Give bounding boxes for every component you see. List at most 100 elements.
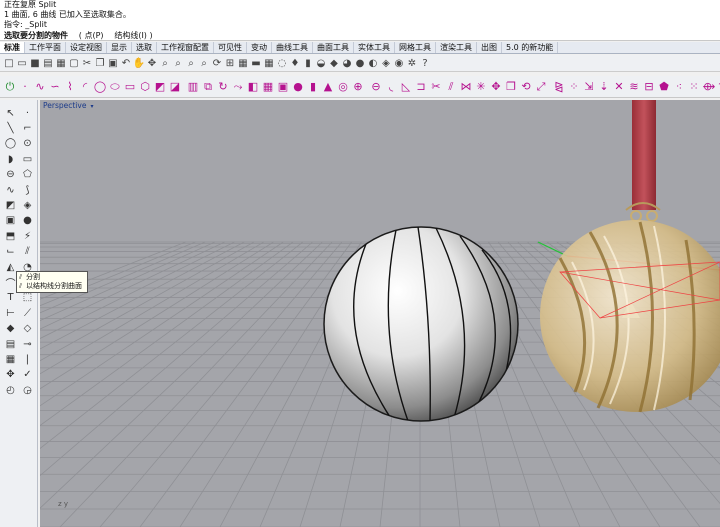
network-icon[interactable]: ▦ [261,78,275,96]
viewport-title[interactable]: Perspective [43,101,86,110]
cut-icon[interactable]: ✂ [81,56,93,70]
polygon-tool-icon[interactable]: ⬠ [20,168,35,182]
viewport-canvas[interactable] [40,100,720,527]
prompt-option-point[interactable]: ( 点(P) [79,31,104,40]
circle-tool-icon[interactable]: ◯ [3,137,18,151]
join-icon[interactable]: ⋈ [459,78,473,96]
light-icon[interactable]: ♦ [289,56,301,70]
zoom-selected-icon[interactable]: ⌕ [198,56,210,70]
tab-14[interactable]: 5.0 的新功能 [502,42,559,53]
tab-12[interactable]: 渲染工具 [436,42,477,53]
tab-6[interactable]: 可见性 [214,42,247,53]
properties-icon[interactable]: ▢ [68,56,80,70]
tab-13[interactable]: 出图 [477,42,502,53]
spiral-icon[interactable]: ⟆ [20,183,35,197]
surface-corner-icon[interactable]: ◩ [153,78,167,96]
rotate-icon[interactable]: ⟲ [519,78,533,96]
solid-sphere-icon[interactable]: ● [20,214,35,228]
analyze-tool-icon[interactable]: ❘ [20,352,35,366]
polyline-tool-icon[interactable]: ⌐ [20,121,35,135]
check-tool-icon[interactable]: ✓ [20,368,35,382]
grid-icon[interactable]: ▦ [263,56,275,70]
copy-icon[interactable]: ❐ [94,56,106,70]
fillet-tool-icon[interactable]: ⌙ [3,245,18,259]
ellipse-icon[interactable]: ⬭ [108,78,122,96]
hatch-tool-icon[interactable]: ⊸ [20,337,35,351]
patch-icon[interactable]: ◧ [246,78,260,96]
circle-center-icon[interactable]: ⊙ [20,137,35,151]
array-icon[interactable]: ⁘ [567,78,581,96]
history-tool-icon[interactable]: ◴ [3,383,18,397]
hide-tool-icon[interactable]: ◶ [20,383,35,397]
chamfer-icon[interactable]: ◺ [399,78,413,96]
print-icon[interactable]: ▤ [42,56,54,70]
sphere-solid-icon[interactable]: ● [291,78,305,96]
render-preview-icon[interactable]: ◐ [367,56,379,70]
boolean-diff-icon[interactable]: ⊖ [369,78,383,96]
render-icon[interactable]: ◉ [393,56,405,70]
command-prompt[interactable]: 选取要分割的物件 ( 点(P) 结构线(I) ) [0,30,720,41]
extrude-tool-icon[interactable]: ⬒ [3,229,18,243]
torus-icon[interactable]: ◎ [336,78,350,96]
tab-2[interactable]: 设定视图 [66,42,107,53]
surface-patch-icon[interactable]: ◈ [20,198,35,212]
tab-0[interactable]: 标准 [0,42,25,53]
sweep-icon[interactable]: ⤳ [231,78,245,96]
color-wheel-icon[interactable]: ◕ [341,56,353,70]
pentagon-icon[interactable]: ⬟ [657,78,671,96]
import-icon[interactable]: ▦ [55,56,67,70]
surface-tool-icon[interactable]: ◩ [3,198,18,212]
intersect-icon[interactable]: ✕ [612,78,626,96]
rebuild-icon[interactable]: ⟴ [702,78,716,96]
viewport-title-tab[interactable]: Perspective ▾ [43,101,93,111]
group-tool-icon[interactable]: ◆ [3,322,18,336]
point-icon[interactable]: · [18,78,32,96]
cplane-icon[interactable]: ▦ [237,56,249,70]
section-icon[interactable]: ⊟ [642,78,656,96]
ellipse-tool-icon[interactable]: ⊖ [3,168,18,182]
blend-tool-icon[interactable]: ⚡ [20,229,35,243]
tab-7[interactable]: 变动 [247,42,272,53]
revolve-icon[interactable]: ↻ [216,78,230,96]
pan-hand-icon[interactable]: ✋ [133,56,145,70]
polygon-icon[interactable]: ⬡ [138,78,152,96]
cone-icon[interactable]: ▲ [321,78,335,96]
loft-icon[interactable]: ⧉ [201,78,215,96]
perspective-viewport[interactable] [40,100,720,527]
tab-5[interactable]: 工作视窗配置 [157,42,214,53]
zoom-icon[interactable]: ⌕ [159,56,171,70]
power-icon[interactable]: ⏻ [3,78,17,96]
orient-icon[interactable]: ⇲ [582,78,596,96]
environment-icon[interactable]: ◈ [380,56,392,70]
tab-1[interactable]: 工作平面 [25,42,66,53]
project-icon[interactable]: ⇣ [597,78,611,96]
curve-tool-icon[interactable]: ◗ [3,152,18,166]
trim-icon[interactable]: ✂ [429,78,443,96]
points-off-icon[interactable]: ⁙ [687,78,701,96]
white-sphere[interactable] [323,226,519,422]
extrude-icon[interactable]: ▥ [186,78,200,96]
mirror-icon[interactable]: ⧎ [552,78,566,96]
split-tool-icon[interactable]: ⫽ [20,245,35,259]
lock-icon[interactable]: ▮ [302,56,314,70]
points-on-icon[interactable]: ⁖ [672,78,686,96]
move-tool-icon[interactable]: ✥ [3,368,18,382]
rect-tool-icon[interactable]: ▭ [20,152,35,166]
render-sphere-icon[interactable]: ● [354,56,366,70]
undo-icon[interactable]: ↶ [120,56,132,70]
copy-object-icon[interactable]: ❐ [504,78,518,96]
circle-icon[interactable]: ◯ [93,78,107,96]
dim-tool-icon[interactable]: ⊢ [3,306,18,320]
car-icon[interactable]: ▬ [250,56,262,70]
tab-9[interactable]: 曲面工具 [313,42,354,53]
boolean-union-icon[interactable]: ⊕ [351,78,365,96]
offset-icon[interactable]: ⊐ [414,78,428,96]
leader-tool-icon[interactable]: ⟋ [20,306,35,320]
zoom-extents-icon[interactable]: ⌕ [185,56,197,70]
chevron-down-icon[interactable]: ▾ [90,103,93,110]
free-curve-icon[interactable]: ∿ [3,183,18,197]
tooltip-item-split[interactable]: ⫽ 分割 [19,273,85,282]
prompt-option-isocurve[interactable]: 结构线(I) ) [114,31,152,40]
curve-control-icon[interactable]: ∿ [33,78,47,96]
new-file-icon[interactable]: □ [3,56,15,70]
